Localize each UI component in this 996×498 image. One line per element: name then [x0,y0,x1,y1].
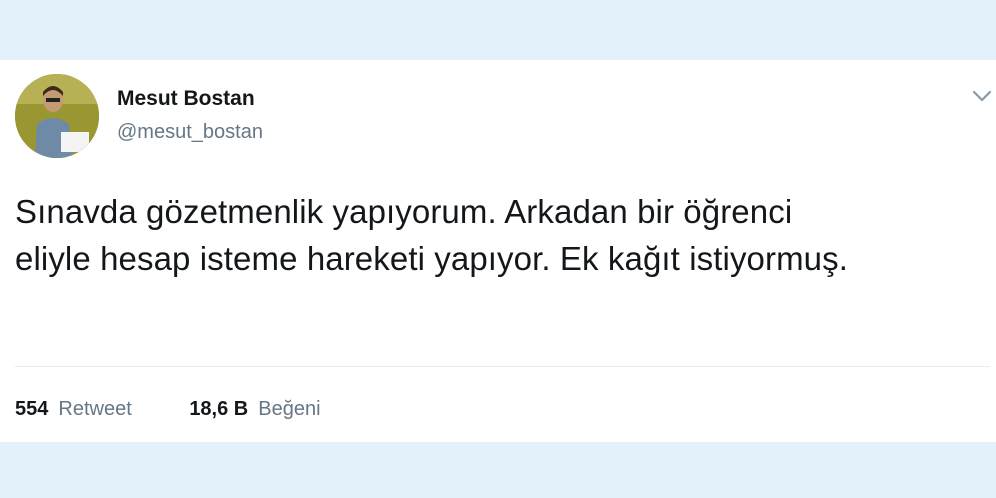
retweets-label: Retweet [58,398,132,420]
divider [15,366,990,367]
avatar-photo [15,74,99,158]
likes-label: Beğeni [258,398,321,420]
likes-count: 18,6 B [189,398,249,420]
retweets-count: 554 [15,398,49,420]
likes-stat[interactable]: 18,6 B Beğeni [189,398,320,421]
tweet-text-line: eliyle hesap isteme hareketi yapıyor. Ek… [15,240,848,277]
avatar[interactable] [15,74,99,158]
tweet-card: Mesut Bostan @mesut_bostan Sınavda gözet… [0,60,996,442]
tweet-stats: 554 Retweet 18,6 B Beğeni [15,398,321,421]
tweet-text-line: Sınavda gözetmenlik yapıyorum. Arkadan b… [15,193,793,230]
author-handle[interactable]: @mesut_bostan [117,121,263,144]
retweets-stat[interactable]: 554 Retweet [15,398,132,421]
tweet-text: Sınavda gözetmenlik yapıyorum. Arkadan b… [15,188,975,282]
chevron-down-icon[interactable] [972,88,992,104]
author-name[interactable]: Mesut Bostan [117,87,255,111]
